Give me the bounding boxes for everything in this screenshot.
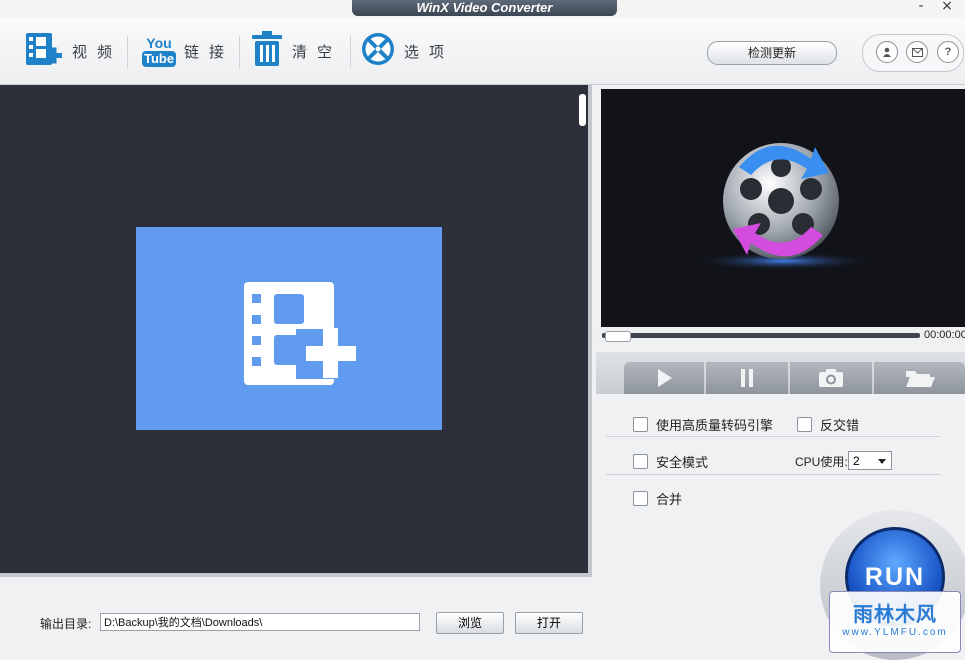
scrollbar-thumb[interactable]	[579, 94, 586, 126]
pause-icon	[741, 369, 753, 387]
toolbar-divider	[350, 36, 351, 68]
browse-button[interactable]: 浏览	[436, 612, 504, 634]
snapshot-button[interactable]	[790, 362, 872, 394]
hq-engine-option: 使用高质量转码引擎	[633, 415, 773, 434]
options-divider	[606, 474, 941, 475]
clear-button[interactable]: 清空	[250, 28, 342, 74]
play-icon	[658, 369, 672, 387]
playback-progress[interactable]	[602, 333, 920, 338]
toolbar-divider	[127, 36, 128, 68]
folder-icon	[905, 371, 935, 387]
video-list-scrollbar[interactable]	[577, 90, 587, 567]
watermark-main: 雨林木风	[853, 604, 937, 626]
merge-checkbox[interactable]	[633, 491, 648, 506]
cpu-usage-select[interactable]: 2	[848, 451, 892, 470]
minimize-button[interactable]: -	[912, 0, 930, 14]
add-video-area[interactable]	[136, 227, 442, 430]
cpu-label: CPU使用:	[795, 455, 848, 469]
winx-logo-icon	[693, 143, 873, 270]
add-link-button[interactable]: You Tube 链接	[142, 28, 234, 74]
toolbar-divider	[239, 36, 240, 68]
merge-label: 合并	[656, 492, 683, 507]
hq-engine-checkbox[interactable]	[633, 417, 648, 432]
merge-option: 合并	[633, 489, 682, 508]
film-add-icon	[22, 29, 64, 74]
play-button[interactable]	[624, 362, 704, 394]
youtube-bottom-text: Tube	[142, 50, 176, 67]
user-icon[interactable]	[876, 41, 898, 63]
options-label: 选项	[404, 42, 455, 61]
output-folder-label: 输出目录:	[40, 617, 92, 631]
watermark: 雨林木风 www.YLMFU.com	[829, 591, 961, 653]
output-path-field[interactable]: D:\Backup\我的文档\Downloads\	[100, 613, 420, 631]
youtube-top-text: You	[146, 34, 172, 51]
youtube-icon: You Tube	[142, 36, 176, 67]
deinterlace-label: 反交错	[820, 418, 860, 433]
mail-icon[interactable]	[906, 41, 928, 63]
trash-icon	[250, 30, 284, 73]
options-divider	[606, 436, 941, 437]
safe-mode-label: 安全模式	[656, 455, 709, 470]
watermark-url: www.YLMFU.com	[842, 627, 948, 638]
link-label: 链接	[184, 42, 235, 61]
options-button[interactable]: 选项	[360, 28, 454, 74]
close-button[interactable]: ×	[938, 0, 956, 14]
clear-label: 清空	[292, 42, 343, 61]
safe-mode-option: 安全模式	[633, 452, 708, 471]
add-video-button[interactable]: 视频	[22, 28, 122, 74]
check-update-button[interactable]: 检测更新	[707, 41, 837, 65]
help-icon[interactable]: ?	[937, 41, 959, 63]
camera-icon	[819, 369, 843, 387]
wrench-screwdriver-icon	[360, 31, 396, 72]
window-title: WinX Video Converter	[352, 0, 617, 16]
safe-mode-checkbox[interactable]	[633, 454, 648, 469]
hq-engine-label: 使用高质量转码引擎	[656, 418, 774, 433]
playback-knob[interactable]	[605, 331, 631, 342]
film-add-large-icon	[244, 282, 364, 385]
open-button[interactable]: 打开	[515, 612, 583, 634]
open-folder-button[interactable]	[874, 362, 965, 394]
deinterlace-checkbox[interactable]	[797, 417, 812, 432]
dropdown-arrow-icon	[878, 459, 886, 464]
playback-time: 00:00:00	[924, 329, 965, 341]
video-preview	[601, 89, 965, 327]
pause-button[interactable]	[706, 362, 788, 394]
video-label: 视频	[72, 42, 123, 61]
deinterlace-option: 反交错	[797, 415, 859, 434]
cpu-value: 2	[853, 454, 860, 468]
